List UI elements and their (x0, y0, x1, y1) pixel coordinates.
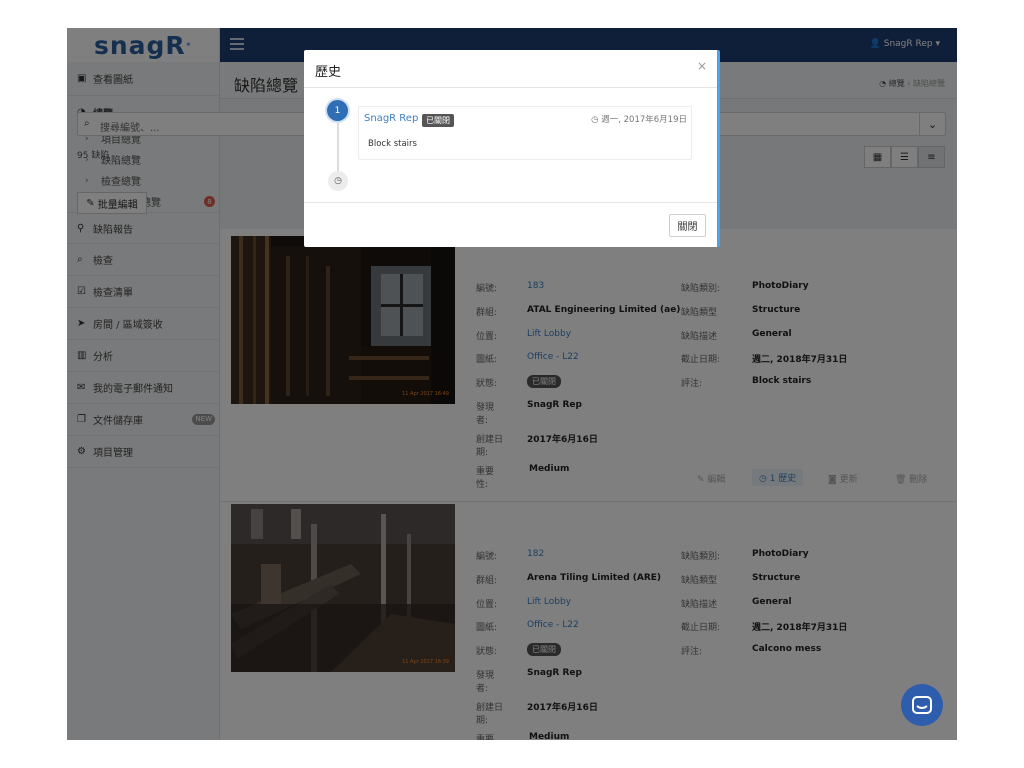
chat-icon (912, 696, 932, 714)
history-entry-note: Block stairs (368, 139, 417, 149)
history-entry-user[interactable]: SnagR Rep (364, 113, 418, 124)
history-entry: SnagR Rep 已關閉 ◷ 週一, 2017年6月19日 Block sta… (358, 106, 692, 160)
modal-footer: 關閉 (304, 202, 717, 247)
close-button[interactable]: 關閉 (669, 214, 706, 237)
modal-header: 歷史 × (304, 50, 717, 88)
clock-icon: ◷ (591, 115, 602, 125)
status-badge: 已關閉 (422, 114, 454, 127)
history-entry-timestamp: ◷ 週一, 2017年6月19日 (591, 115, 687, 125)
history-modal: 歷史 × 1 ◷ SnagR Rep 已關閉 ◷ 週一, 2017年6月19日 … (304, 50, 720, 247)
close-icon[interactable]: × (697, 59, 707, 73)
modal-title: 歷史 (315, 65, 342, 80)
timeline-step-number: 1 (327, 100, 348, 121)
chat-launcher-button[interactable] (901, 684, 943, 726)
clock-icon: ◷ (328, 171, 348, 191)
